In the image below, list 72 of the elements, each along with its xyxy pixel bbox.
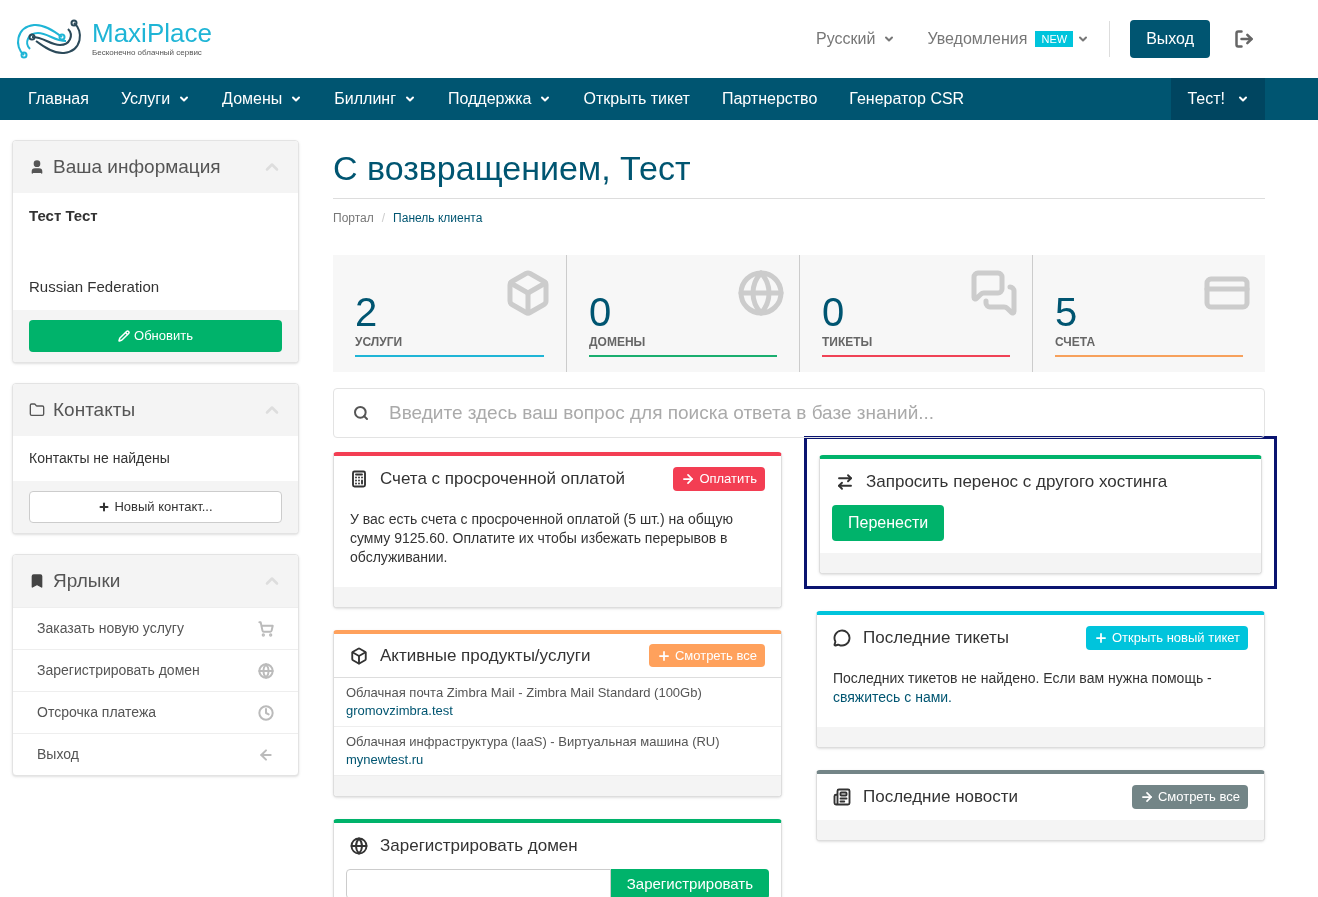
service-name: Облачная почта Zimbra Mail - Zimbra Mail Standard (100Gb) bbox=[346, 684, 703, 702]
panel-title: Последние тикеты bbox=[863, 627, 1009, 650]
panel-button[interactable]: Смотреть все bbox=[1131, 785, 1248, 809]
service-domain[interactable]: gromovzimbra.test bbox=[346, 703, 453, 718]
breadcrumb-item[interactable]: Панель клиента bbox=[393, 209, 483, 227]
user-menu[interactable]: Тест! bbox=[1171, 78, 1265, 120]
service-row[interactable]: Облачная почта Zimbra Mail - Zimbra Mail Standard (100Gb) gromovzimbra.test bbox=[334, 678, 781, 727]
domain-input[interactable] bbox=[346, 869, 611, 897]
stat-label: ТИКЕТЫ bbox=[822, 334, 874, 351]
stat-label: УСЛУГИ bbox=[355, 334, 404, 351]
nav-item[interactable]: Генератор CSR bbox=[833, 78, 981, 120]
page-heading: С возвращением, Тест bbox=[333, 148, 692, 188]
contact-link[interactable]: свяжитесь с нами. bbox=[833, 689, 952, 705]
notifications-menu[interactable]: Уведомления NEW bbox=[927, 27, 1090, 51]
language-menu[interactable]: Русский bbox=[816, 27, 896, 51]
card-title: Контакты bbox=[53, 397, 136, 422]
shortcut-item[interactable]: Зарегистрировать домен bbox=[13, 649, 298, 691]
stat-tile[interactable]: 0 ДОМЕНЫ bbox=[566, 255, 799, 372]
plus-icon bbox=[98, 501, 111, 513]
new-badge: NEW bbox=[1035, 30, 1074, 48]
search-icon bbox=[353, 405, 369, 421]
panel-text: У вас есть счета с просроченной оплатой (5 шт.) на общую сумму 9125.60. Оплатите их чтобы избежать перерывов в обслуживании. bbox=[349, 510, 734, 567]
nav-item[interactable]: Поддержка bbox=[432, 78, 568, 120]
folder-icon bbox=[29, 402, 45, 418]
pencil-icon bbox=[118, 330, 131, 342]
logout-button[interactable]: Выход bbox=[1130, 20, 1210, 58]
shortcut-item[interactable]: Отсрочка платежа bbox=[13, 691, 298, 733]
panel-title: Счета с просроченной оплатой bbox=[380, 468, 625, 491]
service-domain[interactable]: mynewtest.ru bbox=[346, 752, 424, 767]
shortcut-item[interactable]: Заказать новую услугу bbox=[13, 607, 298, 649]
panel-title: Зарегистрировать домен bbox=[380, 835, 578, 858]
contacts-empty: Контакты не найдены bbox=[28, 449, 171, 468]
panel-title: Последние новости bbox=[863, 786, 1019, 809]
stat-value: 2 bbox=[355, 291, 379, 333]
arrow-right-icon bbox=[681, 472, 696, 486]
logo-tagline: Бесконечно облачный сервис bbox=[92, 47, 203, 59]
stat-label: ДОМЕНЫ bbox=[589, 334, 647, 351]
nav-item[interactable]: Биллинг bbox=[318, 78, 432, 120]
breadcrumb-separator: / bbox=[381, 210, 386, 227]
bookmark-icon bbox=[29, 573, 45, 589]
nav-item[interactable]: Услуги bbox=[104, 78, 207, 120]
service-name: Облачная инфраструктура (IaaS) - Виртуальная машина (RU) bbox=[346, 733, 721, 751]
panel-title: Активные продукты/услуги bbox=[380, 644, 591, 667]
client-name: Тест Тест bbox=[29, 206, 99, 226]
stat-value: 0 bbox=[589, 291, 613, 333]
arrow-right-icon bbox=[1139, 790, 1154, 804]
stat-label: СЧЕТА bbox=[1055, 334, 1097, 351]
plus-icon bbox=[656, 648, 671, 663]
nav-item[interactable]: Домены bbox=[206, 78, 319, 120]
logo-icon bbox=[14, 17, 84, 61]
logout-icon[interactable] bbox=[1234, 29, 1254, 49]
user-icon bbox=[29, 159, 45, 175]
shortcut-item[interactable]: Выход bbox=[13, 733, 298, 775]
card-title: Ваша информация bbox=[53, 154, 221, 179]
panel-button[interactable]: Оплатить bbox=[673, 467, 765, 491]
stat-tile[interactable]: 2 УСЛУГИ bbox=[333, 255, 566, 372]
card-title: Ярлыки bbox=[53, 568, 121, 593]
stat-value: 5 bbox=[1055, 291, 1079, 333]
stat-tile[interactable]: 0 ТИКЕТЫ bbox=[799, 255, 1032, 372]
new-contact-button[interactable]: Новый контакт... bbox=[29, 491, 282, 523]
nav-item[interactable]: Открыть тикет bbox=[567, 78, 706, 120]
stat-value: 0 bbox=[822, 291, 846, 333]
panel-text: Последних тикетов не найдено. Если вам нужна помощь - свяжитесь с нами. bbox=[832, 669, 1213, 707]
logo-name: MaxiPlace bbox=[92, 19, 212, 47]
panel-title: Запросить перенос с другого хостинга bbox=[866, 471, 1168, 494]
stat-tile[interactable]: 5 СЧЕТА bbox=[1032, 255, 1265, 372]
client-country: Russian Federation bbox=[29, 276, 161, 297]
nav-item[interactable]: Главная bbox=[12, 78, 105, 120]
breadcrumb-item[interactable]: Портал bbox=[333, 209, 374, 227]
search-field[interactable]: Введите здесь ваш вопрос для поиска ответа в базе знаний... bbox=[333, 388, 1265, 438]
plus-icon bbox=[1094, 631, 1108, 645]
nav-item[interactable]: Партнерство bbox=[705, 78, 834, 120]
